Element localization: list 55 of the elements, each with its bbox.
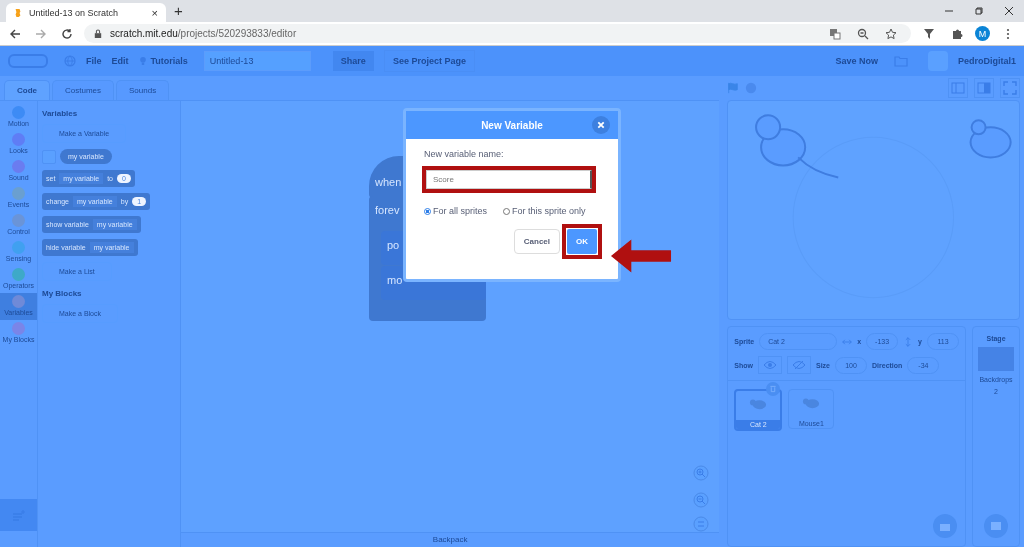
tab-title: Untitled-13 on Scratch xyxy=(29,7,120,18)
funnel-icon[interactable] xyxy=(923,27,935,40)
choose-sprite-icon[interactable] xyxy=(933,514,957,538)
reload-icon[interactable] xyxy=(61,27,73,40)
backpack-bar[interactable]: Backpack xyxy=(181,532,720,547)
save-now-link[interactable]: Save Now xyxy=(835,56,878,66)
address-bar[interactable]: scratch.mit.edu/projects/520293833/editor xyxy=(84,24,911,43)
menu-item[interactable]: Edit xyxy=(111,56,129,66)
editor-tab[interactable]: Sounds xyxy=(116,80,170,100)
cancel-button[interactable]: Cancel xyxy=(513,229,560,254)
translate-icon[interactable] xyxy=(829,27,841,40)
palette-heading: Variables xyxy=(42,109,78,118)
stage-thumbnail[interactable] xyxy=(978,347,1014,371)
editor-tab[interactable]: Costumes xyxy=(52,80,114,100)
username-menu[interactable]: PedroDigital1 xyxy=(958,56,1016,66)
scope-radio[interactable]: For this sprite only xyxy=(503,206,586,216)
restore-icon[interactable] xyxy=(974,6,984,16)
delete-icon[interactable] xyxy=(766,382,781,396)
pointer-arrow xyxy=(610,238,672,274)
small-stage-icon[interactable] xyxy=(948,78,968,98)
scratch-favicon-icon xyxy=(14,7,22,18)
tutorials-button[interactable]: Tutorials xyxy=(138,56,188,66)
menu-item[interactable]: File xyxy=(86,56,102,66)
lock-icon xyxy=(94,28,102,39)
ok-button[interactable]: OK xyxy=(567,229,597,254)
project-title-field[interactable]: Untitled-13 xyxy=(203,51,311,71)
zoom-out-icon[interactable] xyxy=(693,492,709,508)
editor-tab[interactable]: Code xyxy=(4,80,50,100)
fullscreen-icon[interactable] xyxy=(1000,78,1020,98)
large-stage-icon[interactable] xyxy=(974,78,994,98)
profile-avatar[interactable]: M xyxy=(975,26,990,41)
scope-radio[interactable]: For all sprites xyxy=(424,206,487,216)
puzzle-icon[interactable] xyxy=(951,27,963,40)
vertical-arrows-icon xyxy=(903,336,914,347)
browser-tab[interactable]: Untitled-13 on Scratch × xyxy=(6,3,166,22)
add-extension-button[interactable] xyxy=(0,499,37,531)
eye-icon[interactable] xyxy=(758,356,782,374)
zoom-in-icon[interactable] xyxy=(693,465,709,481)
url-text: scratch.mit.edu/projects/520293833/editor xyxy=(110,28,297,39)
see-project-page-button[interactable]: See Project Page xyxy=(383,50,475,72)
hidden-eye-icon[interactable] xyxy=(787,356,811,374)
tab-close-button[interactable]: × xyxy=(151,6,158,19)
back-icon[interactable] xyxy=(9,27,21,40)
field-label: New variable name: xyxy=(424,149,505,159)
zoom-icon[interactable] xyxy=(857,27,869,40)
new-tab-button[interactable]: + xyxy=(174,1,183,19)
choose-backdrop-icon[interactable] xyxy=(984,514,1008,538)
dialog-title: New Variable xyxy=(481,119,543,131)
share-button[interactable]: Share xyxy=(332,51,374,71)
close-icon[interactable] xyxy=(1004,6,1014,16)
flag-icon[interactable] xyxy=(727,82,740,94)
palette-heading: My Blocks xyxy=(42,289,82,298)
star-icon[interactable] xyxy=(885,27,897,40)
variable-name-field[interactable]: Score xyxy=(426,170,592,189)
forward-icon[interactable] xyxy=(35,27,47,40)
